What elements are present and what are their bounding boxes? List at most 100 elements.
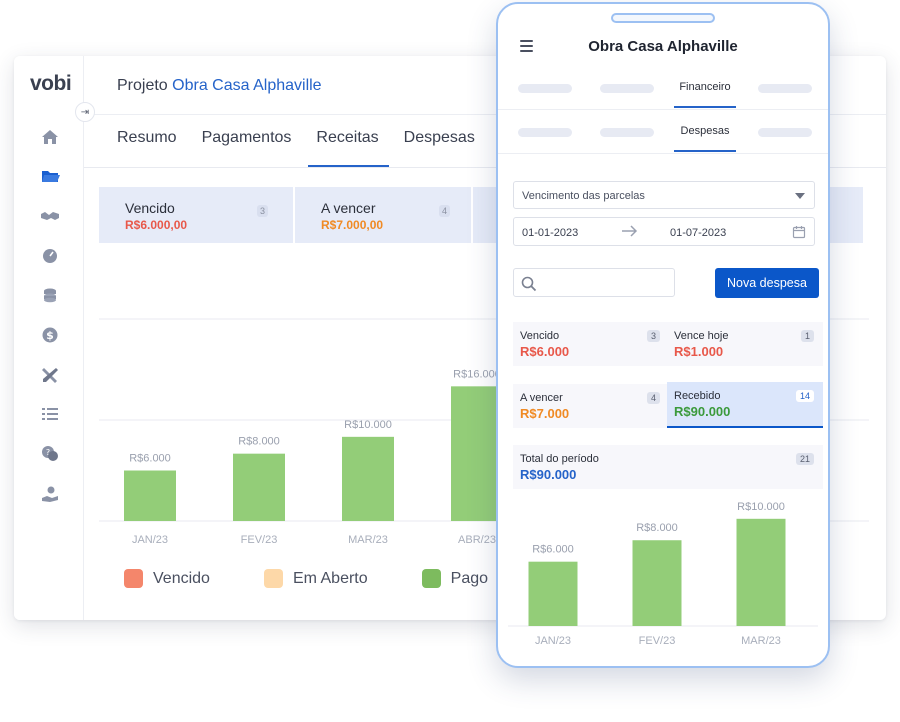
stat-value: R$90.000	[674, 404, 731, 419]
summary-card-value: R$7.000,00	[321, 218, 384, 232]
x-tick-label: JAN/23	[132, 534, 168, 546]
x-tick-label: MAR/23	[348, 534, 388, 546]
tab-placeholder[interactable]	[518, 128, 572, 137]
count-badge: 1	[800, 330, 814, 342]
data-label: R$8.000	[636, 522, 678, 534]
tab-pagamentos[interactable]: Pagamentos	[202, 129, 292, 167]
date-end-field[interactable]: 01-07-2023	[670, 227, 726, 239]
x-tick-label: ABR/23	[458, 534, 496, 546]
new-expense-button[interactable]: Nova despesa	[715, 268, 819, 298]
legend-label: Pago	[450, 569, 489, 587]
search-input[interactable]	[513, 268, 675, 297]
summary-card-value: R$6.000,00	[125, 218, 188, 232]
legend-item-em-aberto: Em Aberto	[263, 569, 368, 588]
data-label: R$8.000	[238, 436, 280, 448]
dollar-icon[interactable]: $	[40, 325, 60, 345]
vobi-logo: vobi	[30, 72, 72, 95]
data-label: R$6.000	[129, 453, 171, 465]
x-tick-label: MAR/23	[741, 635, 781, 647]
count-badge: 4	[646, 392, 660, 404]
tab-placeholder[interactable]	[758, 128, 812, 137]
hand-money-icon[interactable]	[40, 484, 60, 504]
stat-value: R$6.000	[520, 344, 570, 359]
phone-tab-row-primary: Financeiro	[498, 66, 828, 110]
collapse-sidebar-button[interactable]: ⇥	[75, 102, 95, 122]
legend-item-pago: Pago	[421, 569, 489, 588]
phone-tab-row-secondary: Despesas	[498, 110, 828, 154]
tab-placeholder[interactable]	[758, 84, 812, 93]
stat-value: R$90.000	[520, 467, 577, 482]
summary-card-a-vencer[interactable]: A vencer R$7.000,00 4	[295, 187, 473, 243]
tab-placeholder[interactable]	[600, 84, 654, 93]
page-title: Projeto Obra Casa Alphaville	[117, 77, 322, 95]
chat-icon[interactable]: ?	[40, 444, 60, 464]
tab-placeholder[interactable]	[518, 84, 572, 93]
stat-vence-hoje[interactable]: Vence hoje R$1.000 1	[667, 322, 823, 366]
tab-despesas[interactable]: Despesas	[404, 129, 475, 167]
stat-value: R$1.000	[674, 344, 724, 359]
bar-fev-23	[632, 540, 682, 626]
tab-resumo[interactable]: Resumo	[117, 129, 177, 167]
gauge-icon[interactable]	[40, 246, 60, 266]
project-name-link[interactable]: Obra Casa Alphaville	[172, 77, 321, 94]
date-start-field[interactable]: 01-01-2023	[522, 227, 578, 239]
stat-total-periodo[interactable]: Total do período R$90.000 21	[513, 445, 823, 489]
date-range-picker[interactable]: 01-01-2023 01-07-2023	[513, 217, 815, 246]
count-badge: 4	[439, 205, 451, 217]
bar-jan-23	[124, 470, 176, 521]
coins-icon[interactable]	[40, 285, 60, 305]
folder-icon[interactable]	[40, 166, 60, 186]
tools-icon[interactable]	[40, 365, 60, 385]
phone-frame: Obra Casa Alphaville Financeiro Despesas…	[496, 2, 830, 668]
calendar-icon[interactable]	[792, 225, 806, 239]
data-label: R$16.000	[453, 368, 501, 380]
tab-despesas[interactable]: Despesas	[674, 125, 736, 152]
legend-swatch	[263, 569, 283, 588]
bar-mar-23	[342, 436, 394, 521]
chevron-down-icon	[795, 193, 805, 199]
tab-financeiro[interactable]: Financeiro	[674, 81, 736, 108]
main-tabs: Resumo Pagamentos Receitas Despesas	[117, 129, 500, 167]
data-label: R$10.000	[737, 501, 785, 513]
data-label: R$10.000	[344, 419, 392, 431]
stat-value: R$7.000	[520, 406, 570, 421]
due-filter-select[interactable]: Vencimento das parcelas	[513, 181, 815, 209]
home-icon[interactable]	[40, 127, 60, 147]
stat-vencido[interactable]: Vencido R$6.000 3	[513, 322, 669, 366]
legend-label: Em Aberto	[292, 569, 368, 587]
stat-recebido[interactable]: Recebido R$90.000 14	[667, 382, 823, 428]
x-tick-label: FEV/23	[241, 534, 278, 546]
phone-notch	[611, 13, 715, 23]
phone-bar-chart: R$6.000 JAN/23 R$8.000 FEV/23 R$10.000 MAR/23	[508, 501, 818, 647]
data-label: R$6.000	[532, 544, 574, 556]
stat-label: Total do período	[520, 453, 599, 465]
svg-text:$: $	[46, 329, 54, 342]
svg-text:?: ?	[46, 448, 50, 457]
stat-a-vencer[interactable]: A vencer R$7.000 4	[513, 384, 669, 428]
select-value: Vencimento das parcelas	[522, 190, 645, 202]
bar-mar-23	[736, 518, 786, 626]
list-icon[interactable]	[40, 404, 60, 424]
bar-jan-23	[528, 561, 578, 626]
chart-legend: Vencido Em Aberto Pago	[124, 569, 542, 588]
legend-item-vencido: Vencido	[124, 569, 210, 588]
legend-swatch	[124, 569, 143, 588]
count-badge: 3	[646, 330, 660, 342]
summary-card-vencido[interactable]: Vencido R$6.000,00 3	[99, 187, 295, 243]
tab-receitas[interactable]: Receitas	[308, 129, 389, 167]
handshake-icon[interactable]	[40, 206, 60, 226]
bar-fev-23	[233, 453, 285, 521]
phone-title: Obra Casa Alphaville	[588, 38, 738, 55]
count-badge: 14	[795, 390, 814, 402]
x-tick-label: FEV/23	[639, 635, 676, 647]
sidebar: vobi $ ?	[14, 56, 84, 620]
legend-swatch	[421, 569, 441, 588]
count-badge: 3	[257, 205, 269, 217]
count-badge: 21	[795, 453, 814, 465]
project-prefix: Projeto	[117, 77, 168, 94]
search-icon	[521, 276, 537, 292]
arrow-right-icon	[622, 225, 638, 237]
x-tick-label: JAN/23	[535, 635, 571, 647]
legend-label: Vencido	[153, 569, 210, 587]
tab-placeholder[interactable]	[600, 128, 654, 137]
